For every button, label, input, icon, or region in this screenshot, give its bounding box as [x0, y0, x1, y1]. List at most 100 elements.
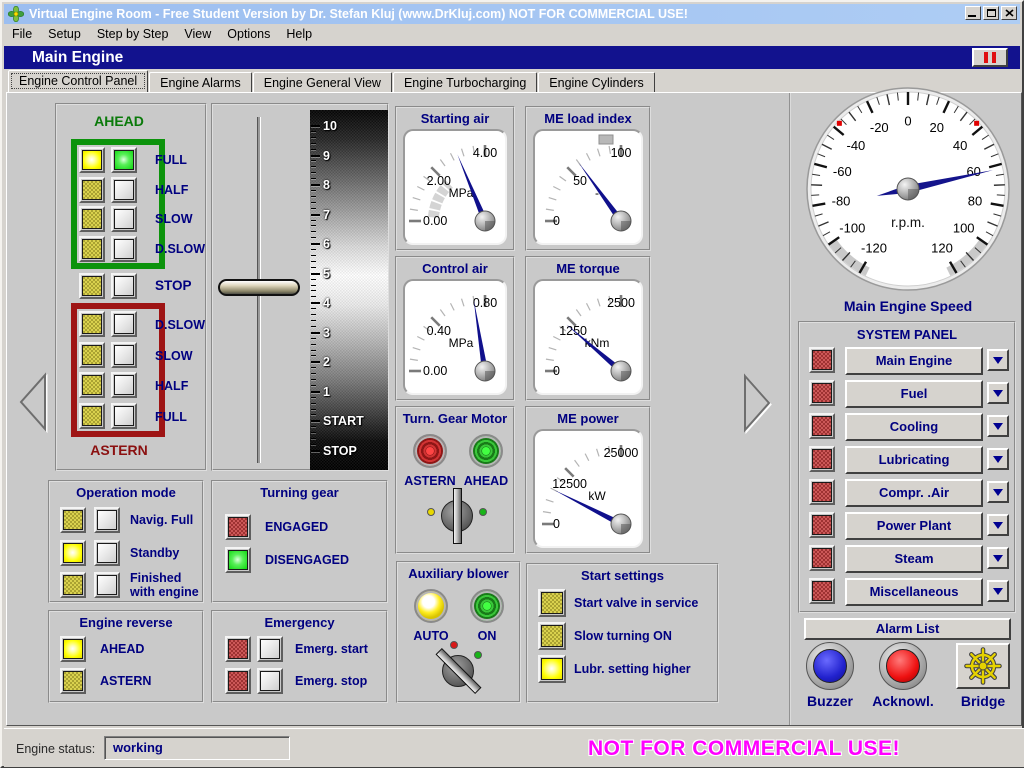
system-button-power-plant[interactable]: Power Plant	[845, 512, 983, 540]
system-dropdown-4[interactable]	[987, 481, 1009, 503]
opmode-button-1-1[interactable]	[94, 540, 120, 566]
opmode-button-2-0[interactable]	[60, 572, 86, 598]
emerg-button-0-0[interactable]	[225, 636, 251, 662]
close-button[interactable]	[1001, 6, 1017, 20]
turngear-button-0-0[interactable]	[225, 514, 251, 540]
telegraph-stop-right[interactable]	[111, 273, 137, 299]
system-button-lubricating[interactable]: Lubricating	[845, 446, 983, 474]
engrev-title: Engine reverse	[50, 615, 202, 630]
tab-engine-general-view[interactable]: Engine General View	[253, 72, 392, 92]
acknowledge-button[interactable]	[879, 642, 927, 690]
gauge-title-starting-air: Starting air	[397, 111, 513, 126]
menu-file[interactable]: File	[4, 25, 40, 43]
gauge-control-air: Control air0.000.400.80MPa	[395, 256, 515, 401]
menu-step-by-step[interactable]: Step by Step	[89, 25, 177, 43]
pause-icon	[984, 52, 988, 63]
svg-text:-80: -80	[832, 193, 851, 208]
emerg-label-0: Emerg. start	[295, 636, 385, 662]
emerg-button-0-1[interactable]	[257, 636, 283, 662]
opmode-button-0-0[interactable]	[60, 507, 86, 533]
telegraph-astern-d.slow-right[interactable]	[111, 311, 137, 337]
system-dropdown-6[interactable]	[987, 547, 1009, 569]
lamp-label-ahead: AHEAD	[455, 474, 517, 488]
svg-text:100: 100	[611, 146, 632, 160]
menu-view[interactable]: View	[176, 25, 219, 43]
engine-status-field[interactable]: working	[104, 736, 290, 760]
telegraph-astern-half-left[interactable]	[79, 372, 105, 398]
system-alarm-indicator-0	[809, 347, 835, 373]
lamp-label-on: ON	[456, 629, 518, 643]
engrev-button-0-0[interactable]	[60, 636, 86, 662]
scale-tick	[311, 243, 320, 245]
redline-mark	[974, 121, 979, 126]
telegraph-astern-d.slow-left[interactable]	[79, 311, 105, 337]
pause-button[interactable]	[972, 48, 1008, 67]
telegraph-ahead-half-left[interactable]	[79, 177, 105, 203]
tgm-switch-handle[interactable]	[453, 488, 462, 544]
tab-engine-alarms[interactable]: Engine Alarms	[149, 72, 252, 92]
system-button-cooling[interactable]: Cooling	[845, 413, 983, 441]
speed-gauge-label: Main Engine Speed	[799, 299, 1017, 313]
lamp-auto	[414, 589, 448, 623]
telegraph-left-arrow[interactable]	[15, 369, 51, 435]
system-alarm-indicator-2	[809, 413, 835, 439]
emerg-button-1-1[interactable]	[257, 668, 283, 694]
startset-button-0-0[interactable]	[538, 589, 566, 617]
system-panel-title: SYSTEM PANEL	[800, 327, 1014, 342]
opmode-button-2-1[interactable]	[94, 572, 120, 598]
telegraph-ahead-d.slow-left[interactable]	[79, 236, 105, 262]
system-dropdown-3[interactable]	[987, 448, 1009, 470]
telegraph-astern-full-right[interactable]	[111, 403, 137, 429]
buzzer-cap	[813, 649, 847, 683]
system-button-steam[interactable]: Steam	[845, 545, 983, 573]
telegraph-ahead-slow-left[interactable]	[79, 206, 105, 232]
menu-help[interactable]: Help	[278, 25, 320, 43]
tab-engine-cylinders[interactable]: Engine Cylinders	[538, 72, 655, 92]
menu-setup[interactable]: Setup	[40, 25, 89, 43]
emerg-button-1-0[interactable]	[225, 668, 251, 694]
system-button-fuel[interactable]: Fuel	[845, 380, 983, 408]
telegraph-ahead-half-right[interactable]	[111, 177, 137, 203]
bridge-button[interactable]	[956, 643, 1010, 689]
system-button-miscellaneous[interactable]: Miscellaneous	[845, 578, 983, 606]
svg-text:2500: 2500	[607, 296, 635, 310]
system-dropdown-0[interactable]	[987, 349, 1009, 371]
system-alarm-indicator-1	[809, 380, 835, 406]
telegraph-astern-slow-right[interactable]	[111, 342, 137, 368]
system-dropdown-5[interactable]	[987, 514, 1009, 536]
startset-label-1: Slow turning ON	[574, 622, 714, 650]
startset-button-2-0[interactable]	[538, 655, 566, 683]
telegraph-astern-slow-left[interactable]	[79, 342, 105, 368]
startset-button-1-0[interactable]	[538, 622, 566, 650]
system-dropdown-7[interactable]	[987, 580, 1009, 602]
system-dropdown-1[interactable]	[987, 382, 1009, 404]
telegraph-ahead-full-left[interactable]	[79, 147, 105, 173]
tab-engine-control-panel[interactable]: Engine Control Panel	[8, 70, 148, 92]
engrev-button-1-0[interactable]	[60, 668, 86, 694]
maximize-button[interactable]	[983, 6, 999, 20]
system-button-main-engine[interactable]: Main Engine	[845, 347, 983, 375]
svg-text:0: 0	[904, 114, 911, 129]
alarm-list-button[interactable]: Alarm List	[804, 618, 1011, 640]
turn-gear-motor-panel: Turn. Gear MotorASTERNAHEAD	[395, 406, 515, 554]
minimize-button[interactable]	[965, 6, 981, 20]
opmode-button-0-1[interactable]	[94, 507, 120, 533]
gauge-title-me-torque: ME torque	[527, 261, 649, 276]
buzzer-button[interactable]	[806, 642, 854, 690]
telegraph-astern-full-left[interactable]	[79, 403, 105, 429]
opmode-button-1-0[interactable]	[60, 540, 86, 566]
lamp-label-astern: ASTERN	[399, 474, 461, 488]
telegraph-ahead-d.slow-right[interactable]	[111, 236, 137, 262]
system-dropdown-2[interactable]	[987, 415, 1009, 437]
turngear-button-1-0[interactable]	[225, 547, 251, 573]
tab-engine-turbocharging[interactable]: Engine Turbocharging	[393, 72, 537, 92]
app-window: Virtual Engine Room - Free Student Versi…	[0, 0, 1024, 768]
telegraph-stop-left[interactable]	[79, 273, 105, 299]
telegraph-ahead-full-right[interactable]	[111, 147, 137, 173]
menu-options[interactable]: Options	[219, 25, 278, 43]
system-button-compr-air[interactable]: Compr. .Air	[845, 479, 983, 507]
telegraph-astern-half-right[interactable]	[111, 372, 137, 398]
telegraph-right-arrow[interactable]	[739, 371, 775, 435]
telegraph-ahead-slow-right[interactable]	[111, 206, 137, 232]
throttle-handle[interactable]	[218, 279, 300, 296]
